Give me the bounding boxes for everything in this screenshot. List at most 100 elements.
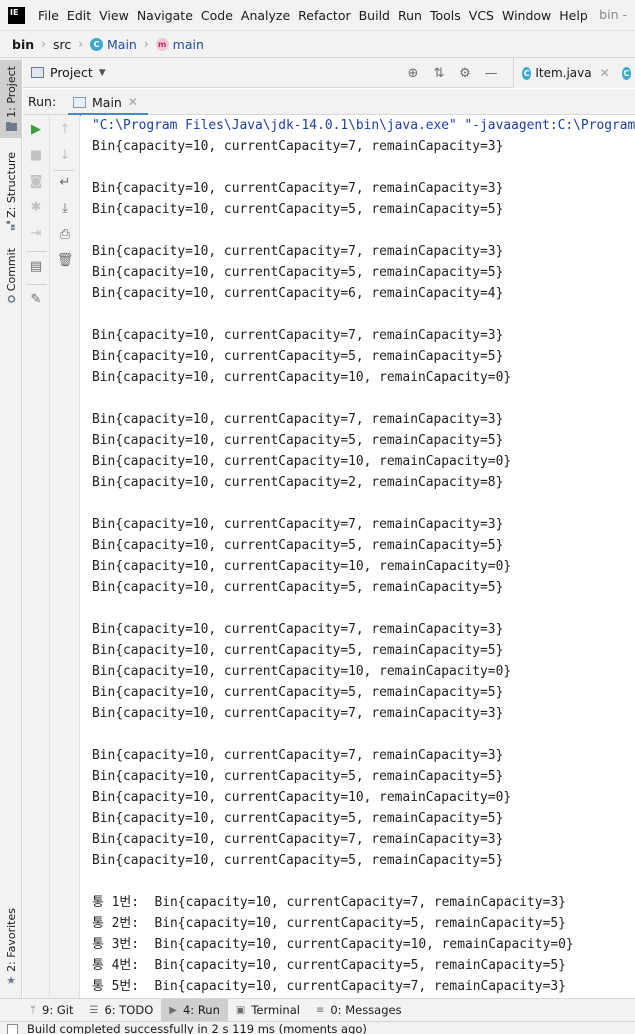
bottom-tool-tabs: ᛘ 9: Git ☰ 6: TODO ▶ 4: Run ▣ Terminal ≡…: [0, 998, 635, 1022]
tab-todo[interactable]: ☰ 6: TODO: [81, 999, 161, 1022]
run-tab-label: Main: [92, 94, 122, 110]
breadcrumb-class[interactable]: C Main: [90, 37, 137, 52]
console-line: Bin{capacity=10, currentCapacity=5, rema…: [92, 769, 504, 784]
console-line: Bin{capacity=10, currentCapacity=7, rema…: [92, 832, 504, 847]
folder-icon: [5, 121, 17, 131]
chevron-right-icon: ›: [78, 37, 84, 51]
console-line: 통 2번: Bin{capacity=10, currentCapacity=5…: [92, 916, 566, 931]
commit-icon: [7, 295, 15, 303]
menu-file[interactable]: File: [34, 8, 63, 23]
menu-window[interactable]: Window: [498, 8, 555, 23]
chevron-down-icon[interactable]: ▼: [99, 68, 106, 78]
console-line: Bin{capacity=10, currentCapacity=2, rema…: [92, 475, 504, 490]
tab-structure-label: Z: Structure: [4, 152, 18, 218]
menu-tools[interactable]: Tools: [426, 8, 465, 23]
breadcrumb-folder[interactable]: src: [53, 37, 71, 52]
status-message: Build completed successfully in 2 s 119 …: [27, 1022, 367, 1034]
scroll-to-end-icon[interactable]: ⤓: [56, 199, 74, 217]
breadcrumb: bin › src › C Main › m main: [0, 30, 635, 58]
console-line: Bin{capacity=10, currentCapacity=7, rema…: [92, 328, 504, 343]
chevron-right-icon: ›: [143, 37, 149, 51]
breadcrumb-method-label: main: [172, 36, 204, 52]
menu-build[interactable]: Build: [355, 8, 394, 23]
structure-icon: [6, 220, 15, 230]
console-output[interactable]: "C:\Program Files\Java\jdk-14.0.1\bin\ja…: [81, 115, 635, 998]
console-line: Bin{capacity=10, currentCapacity=5, rema…: [92, 202, 504, 217]
menu-refactor[interactable]: Refactor: [294, 8, 354, 23]
menu-view[interactable]: View: [95, 8, 133, 23]
bottom-bar-spacer: [0, 999, 22, 1022]
tab-run-label: 4: Run: [182, 1003, 220, 1017]
rerun-icon[interactable]: ▶: [27, 120, 45, 138]
editor-tab-item-java[interactable]: C Item.java ✕ C: [513, 58, 635, 88]
menu-analyze[interactable]: Analyze: [237, 8, 294, 23]
console-line: Bin{capacity=10, currentCapacity=6, rema…: [92, 286, 504, 301]
console-line: Bin{capacity=10, currentCapacity=7, rema…: [92, 412, 504, 427]
bug-icon[interactable]: ✱: [27, 198, 45, 216]
hide-icon[interactable]: —: [483, 66, 499, 81]
login-icon[interactable]: ⇥: [27, 224, 45, 242]
menu-vcs[interactable]: VCS: [465, 8, 498, 23]
stop-icon[interactable]: ■: [27, 146, 45, 164]
tab-messages[interactable]: ≡ 0: Messages: [308, 999, 410, 1022]
arrow-down-icon[interactable]: ↓: [56, 146, 74, 164]
locate-icon[interactable]: ⊕: [405, 66, 421, 81]
menu-help[interactable]: Help: [555, 8, 592, 23]
trash-icon[interactable]: 🗑: [56, 251, 74, 269]
git-branch-icon: ᛘ: [30, 1004, 36, 1016]
app-logo-icon: IE: [8, 6, 25, 24]
menu-code[interactable]: Code: [197, 8, 237, 23]
close-icon[interactable]: ✕: [128, 95, 138, 109]
menu-run[interactable]: Run: [394, 8, 426, 23]
menu-edit[interactable]: Edit: [63, 8, 95, 23]
tab-terminal[interactable]: ▣ Terminal: [228, 999, 308, 1022]
arrow-up-icon[interactable]: ↑: [56, 120, 74, 138]
tab-todo-label: 6: TODO: [104, 1003, 154, 1017]
run-panel-title: Run:: [28, 94, 57, 109]
soft-wrap-icon[interactable]: ↵: [56, 173, 74, 191]
tab-git[interactable]: ᛘ 9: Git: [22, 999, 81, 1022]
pin-icon[interactable]: ✎: [27, 290, 45, 308]
console-lines: "C:\Program Files\Java\jdk-14.0.1\bin\ja…: [92, 115, 635, 997]
messages-icon: ≡: [315, 1004, 325, 1016]
console-line: Bin{capacity=10, currentCapacity=5, rema…: [92, 685, 504, 700]
star-icon: ★: [6, 973, 16, 987]
close-icon[interactable]: ✕: [600, 66, 610, 80]
console-line: Bin{capacity=10, currentCapacity=7, rema…: [92, 139, 504, 154]
console-line: Bin{capacity=10, currentCapacity=10, rem…: [92, 664, 512, 679]
status-toggle-icon[interactable]: [7, 1024, 18, 1034]
collapse-all-icon[interactable]: ⇅: [431, 66, 447, 81]
breadcrumb-project[interactable]: bin: [12, 37, 34, 52]
todo-list-icon: ☰: [89, 1004, 99, 1016]
console-line: Bin{capacity=10, currentCapacity=5, rema…: [92, 349, 504, 364]
console-line-command: "C:\Program Files\Java\jdk-14.0.1\bin\ja…: [92, 118, 635, 133]
console-line: Bin{capacity=10, currentCapacity=5, rema…: [92, 811, 504, 826]
tab-structure[interactable]: Z: Structure: [0, 150, 22, 230]
console-line: Bin{capacity=10, currentCapacity=7, rema…: [92, 748, 504, 763]
tab-commit[interactable]: Commit: [0, 246, 22, 308]
breadcrumb-method[interactable]: m main: [155, 36, 204, 52]
console-line: 통 4번: Bin{capacity=10, currentCapacity=5…: [92, 958, 566, 973]
console-line: Bin{capacity=10, currentCapacity=5, rema…: [92, 853, 504, 868]
tab-run[interactable]: ▶ 4: Run: [161, 998, 228, 1022]
project-view-label[interactable]: Project: [50, 65, 93, 80]
camera-icon[interactable]: ◙: [27, 172, 45, 190]
layout-icon[interactable]: ▤: [27, 257, 45, 275]
tab-commit-label: Commit: [4, 248, 18, 292]
class-icon: C: [522, 66, 532, 80]
gear-icon[interactable]: ⚙: [457, 66, 473, 81]
toolbar-divider: [54, 170, 74, 171]
run-tab-main[interactable]: Main ✕: [68, 89, 148, 116]
window-title: bin -: [599, 7, 627, 22]
tab-favorites[interactable]: 2: Favorites ★: [0, 906, 22, 988]
tab-project[interactable]: 1: Project: [0, 60, 22, 138]
print-icon[interactable]: ⎙: [56, 225, 74, 243]
console-line: 통 1번: Bin{capacity=10, currentCapacity=7…: [92, 895, 566, 910]
menu-navigate[interactable]: Navigate: [133, 8, 197, 23]
project-panel-header: Project ▼ ⊕ ⇅ ⚙ — C Item.java ✕ C: [23, 58, 635, 88]
